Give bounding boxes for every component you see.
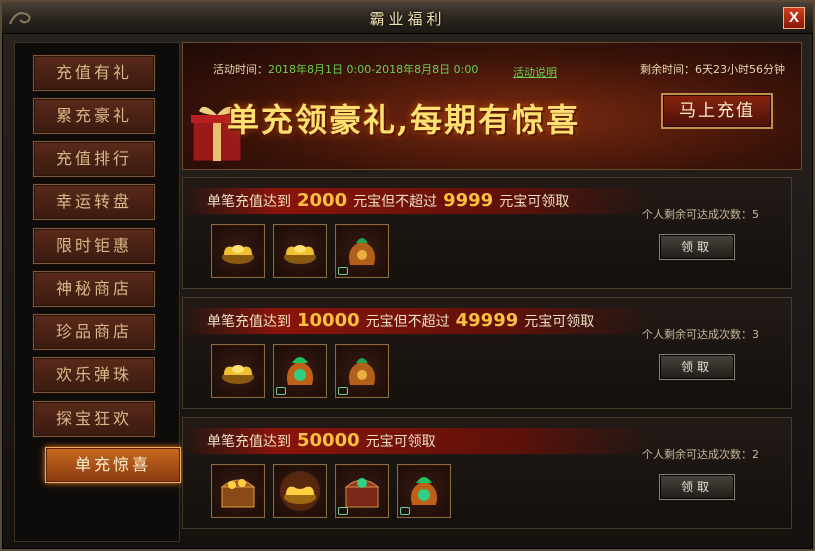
bound-tag-icon — [338, 387, 348, 395]
reward-tier-1: 单笔充值达到 2000 元宝但不超过 9999 元宝可领取 个人剩余可达成次数：5 领取 — [182, 177, 792, 289]
remaining-value: 3 — [752, 328, 759, 341]
req-min-amount: 2000 — [297, 190, 348, 211]
banner-slogan: 单充领豪礼,每期有惊喜 — [227, 101, 581, 139]
treasure-bag-icon[interactable] — [335, 224, 389, 278]
activity-time-value: 2018年8月1日 0:00-2018年8月8日 0:00 — [268, 63, 479, 76]
remaining-label: 个人剩余可达成次数： — [642, 448, 752, 461]
bound-tag-icon — [338, 507, 348, 515]
remaining-value: 2 — [752, 448, 759, 461]
tier-requirement: 单笔充值达到 10000 元宝但不超过 49999 元宝可领取 — [207, 310, 594, 331]
req-mid: 元宝但不超过 — [365, 314, 450, 330]
remaining-count: 个人剩余可达成次数：3 — [642, 326, 759, 342]
jade-treasure-bag-icon[interactable] — [273, 344, 327, 398]
req-max-amount: 9999 — [443, 190, 494, 211]
remaining-count: 个人剩余可达成次数：2 — [642, 446, 759, 462]
main-content: 活动时间：2018年8月1日 0:00-2018年8月8日 0:00 活动说明 … — [182, 42, 802, 542]
remaining-time: 剩余时间：6天23小时56分钟 — [640, 63, 785, 76]
title-bar[interactable]: 霸业福利 X — [2, 2, 813, 34]
reward-tier-2: 单笔充值达到 10000 元宝但不超过 49999 元宝可领取 个人剩余可达成次数：3 … — [182, 297, 792, 409]
req-min-amount: 10000 — [297, 310, 360, 331]
remaining-count: 个人剩余可达成次数：5 — [642, 206, 759, 222]
welfare-window: 霸业福利 X 充值有礼 累充豪礼 充值排行 幸运转盘 限时钜惠 神秘商店 珍品商… — [0, 0, 815, 551]
req-suffix: 元宝可领取 — [499, 194, 570, 210]
bound-tag-icon — [338, 267, 348, 275]
sidebar-item-treasure-shop[interactable]: 珍品商店 — [33, 314, 155, 350]
glowing-gold-ingot-icon[interactable] — [273, 464, 327, 518]
remaining-value: 5 — [752, 208, 759, 221]
gold-ingot-icon[interactable] — [211, 224, 265, 278]
req-prefix: 单笔充值达到 — [207, 194, 291, 210]
treasure-bag-icon[interactable] — [335, 344, 389, 398]
req-max-amount: 49999 — [455, 310, 519, 331]
req-prefix: 单笔充值达到 — [207, 434, 291, 450]
recharge-now-button[interactable]: 马上充值 — [661, 93, 773, 129]
claim-button[interactable]: 领取 — [659, 354, 735, 380]
claim-button[interactable]: 领取 — [659, 234, 735, 260]
gold-ingot-icon[interactable] — [273, 224, 327, 278]
jade-treasure-chest-icon[interactable] — [335, 464, 389, 518]
sidebar-item-single-recharge[interactable]: 单充惊喜 — [45, 447, 181, 483]
treasure-chest-icon[interactable] — [211, 464, 265, 518]
sidebar: 充值有礼 累充豪礼 充值排行 幸运转盘 限时钜惠 神秘商店 珍品商店 欢乐弹珠 … — [14, 42, 181, 542]
sidebar-item-recharge-ranking[interactable]: 充值排行 — [33, 141, 155, 177]
bound-tag-icon — [400, 507, 410, 515]
req-mid: 元宝但不超过 — [353, 194, 438, 210]
req-prefix: 单笔充值达到 — [207, 314, 291, 330]
close-button[interactable]: X — [783, 7, 805, 29]
tier-requirement: 单笔充值达到 50000 元宝可领取 — [207, 430, 436, 451]
remaining-label: 个人剩余可达成次数： — [642, 208, 752, 221]
sidebar-item-recharge-gift[interactable]: 充值有礼 — [33, 55, 155, 91]
activity-time-row: 活动时间：2018年8月1日 0:00-2018年8月8日 0:00 — [213, 61, 478, 77]
activity-rules-link[interactable]: 活动说明 — [513, 64, 557, 80]
activity-time-label: 活动时间： — [213, 63, 268, 76]
gold-ingot-icon[interactable] — [211, 344, 265, 398]
jade-treasure-bag-icon[interactable] — [397, 464, 451, 518]
req-min-amount: 50000 — [297, 430, 360, 451]
sidebar-item-mystery-shop[interactable]: 神秘商店 — [33, 271, 155, 307]
sidebar-item-lucky-wheel[interactable]: 幸运转盘 — [33, 184, 155, 220]
event-banner: 活动时间：2018年8月1日 0:00-2018年8月8日 0:00 活动说明 … — [182, 42, 802, 170]
req-suffix: 元宝可领取 — [365, 434, 436, 450]
claim-button[interactable]: 领取 — [659, 474, 735, 500]
bound-tag-icon — [276, 387, 286, 395]
sidebar-item-limited-deals[interactable]: 限时钜惠 — [33, 228, 155, 264]
window-title: 霸业福利 — [369, 10, 446, 28]
sidebar-item-pinball[interactable]: 欢乐弹珠 — [33, 357, 155, 393]
reward-tier-3: 单笔充值达到 50000 元宝可领取 个人剩余可达成次数：2 领取 — [182, 417, 792, 529]
sidebar-item-treasure-hunt[interactable]: 探宝狂欢 — [33, 401, 155, 437]
tier-requirement: 单笔充值达到 2000 元宝但不超过 9999 元宝可领取 — [207, 190, 569, 211]
req-suffix: 元宝可领取 — [524, 314, 595, 330]
remaining-label: 个人剩余可达成次数： — [642, 328, 752, 341]
sidebar-item-cumulative-recharge[interactable]: 累充豪礼 — [33, 98, 155, 134]
